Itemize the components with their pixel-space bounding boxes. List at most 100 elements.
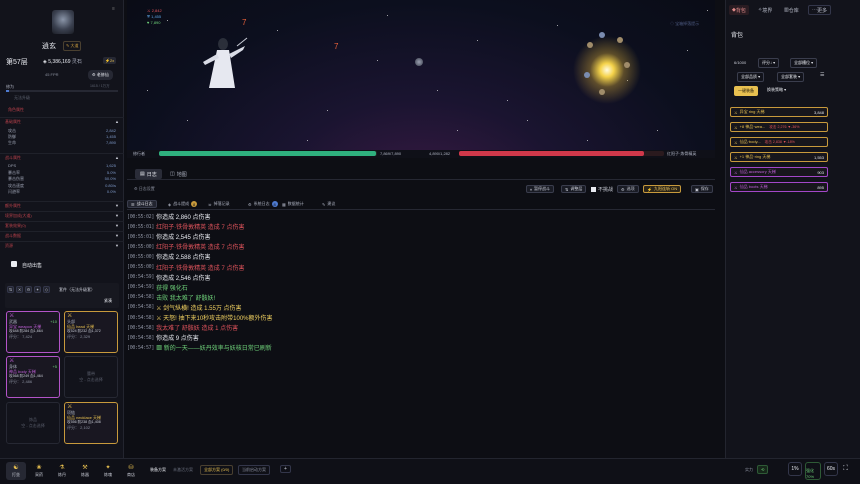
equip-plus: +5 bbox=[52, 364, 57, 369]
subtab[interactable]: ◈ 战斗提成 8 bbox=[165, 200, 200, 208]
expand-icon: ▼ bbox=[115, 203, 119, 208]
no-challenge-toggle[interactable]: 不挑战 bbox=[588, 185, 616, 193]
nav-button[interactable]: ✦ 炼魂 bbox=[98, 462, 118, 480]
section-set[interactable]: 套装效果(0) ▼ bbox=[0, 221, 124, 229]
nav-button[interactable]: ❀ 采药 bbox=[29, 462, 49, 480]
fullscreen-icon[interactable]: ⛶ bbox=[843, 465, 848, 473]
adjust-floor-button[interactable]: ⇅ 调整层 bbox=[561, 185, 587, 193]
one-click-equip-button[interactable]: 一键装备 bbox=[734, 86, 758, 96]
menu-icon[interactable]: ≡ bbox=[112, 6, 115, 12]
save-button[interactable]: ▣ 保存 bbox=[691, 185, 713, 193]
equip-slot[interactable]: ⚔ 武器 +10 异宝 weapon 天梯 攻648 防284 血1,664 评分： 7,… bbox=[6, 311, 60, 353]
tab-warehouse[interactable]: ▥ 仓库 bbox=[781, 5, 802, 15]
nav-button[interactable]: ⚗ 炼丹 bbox=[52, 462, 72, 480]
subtab[interactable]: ☰ 战斗日志 bbox=[127, 200, 157, 208]
set-filter[interactable]: 全部套装 ▾ bbox=[777, 72, 805, 82]
exp-value: 1615 / 1万万 bbox=[90, 84, 110, 88]
stat-value: 0.0% bbox=[106, 189, 116, 194]
log-timestamp: [00:54:58] bbox=[127, 334, 155, 341]
inventory-item[interactable]: ⚔ 仙品 accessory 天梯 903 bbox=[730, 167, 828, 177]
inventory-item[interactable]: ⚔ +1 神品·ring 天梯 1,553 bbox=[730, 152, 828, 162]
tab-realm[interactable]: ✧ 境界 bbox=[755, 5, 775, 15]
equip-score: 评分： 7,424 bbox=[9, 334, 33, 339]
section-combat[interactable]: 战斗属性 ▲ bbox=[0, 153, 124, 161]
subtab[interactable]: ▦ 数据统计 bbox=[279, 200, 307, 208]
nav-button[interactable]: ☯ 打坐 bbox=[6, 462, 26, 480]
subtab[interactable]: ☠ 掉落记录 bbox=[205, 200, 233, 208]
equip-filter-2[interactable]: ✕ bbox=[16, 286, 23, 293]
inventory-item[interactable]: ⚔ +8 神品·wea... 攻击 2,276 ▼-36% bbox=[730, 122, 828, 132]
section-battle-data[interactable]: 战斗数据 ▼ bbox=[0, 231, 124, 239]
section-realm[interactable]: 境界加成(大道) ▼ bbox=[0, 211, 124, 219]
inventory-item[interactable]: ⚔ 仙品 boots 天梯 895 bbox=[730, 182, 828, 192]
section-basic[interactable]: 基础属性 ▲ bbox=[0, 117, 124, 125]
equip-filter-5[interactable]: ◇ bbox=[43, 286, 50, 293]
stat-row: 生命 7,890 bbox=[8, 140, 116, 146]
title-badge[interactable]: ⚙ 老修仙 bbox=[88, 70, 113, 80]
equip-slot[interactable]: ⚔ 身体 +5 神品 body 天梯 攻568 防249 血1,464 评分： 2,486 bbox=[6, 356, 60, 398]
enhance-chip[interactable]: 强化 70% bbox=[805, 462, 821, 480]
percent-chip[interactable]: 1% bbox=[788, 462, 802, 476]
plan-all-button[interactable]: 全部方案 (0/0) bbox=[200, 465, 234, 475]
equip-slot[interactable]: ⚔ 项链 仙品 necklace 天梯 攻556 防238 血1,408 评分： 2,1… bbox=[64, 402, 118, 444]
log-text: 你造成 2,860 点伤害 bbox=[156, 215, 211, 221]
shield-icon: ⛨ bbox=[147, 14, 150, 19]
subtab[interactable]: ⚙ 系统日志 8 bbox=[245, 200, 281, 208]
tab-more[interactable]: ⋯ 更多 bbox=[808, 5, 832, 15]
section-extra[interactable]: 额外属性 ▼ bbox=[0, 201, 124, 209]
player-character bbox=[203, 37, 248, 88]
hp-stat: ♥ 7,890 bbox=[147, 20, 161, 25]
log-line: [00:55:01] 你造成 2,545 点伤害 bbox=[127, 232, 210, 242]
log-timestamp: [00:54:58] bbox=[127, 304, 155, 311]
battle-scene: ⚔ 2,842 ⛨ 1,455 ♥ 7,890 7 7 ◇ 宝箱掉落提示 bbox=[127, 0, 715, 150]
sort-select[interactable]: 评分↓ ▾ bbox=[758, 58, 780, 68]
quality-filter[interactable]: 全部品质 ▾ bbox=[737, 72, 765, 82]
compact-button[interactable]: 紧凑 bbox=[104, 298, 112, 304]
nine-sun-toggle[interactable]: ⚡ 九阳连斩 ON bbox=[643, 185, 682, 193]
rank-badge: ✎ 大道 bbox=[63, 41, 82, 51]
item-name: 仙品 boots 天梯 bbox=[739, 184, 768, 189]
pause-battle-button[interactable]: ⏸ 暂停战斗 bbox=[526, 185, 554, 193]
equip-slot[interactable]: ⚔ 头部 仙品 head 天梯 攻524 防232 血1,372 评分： 2,329 bbox=[64, 311, 118, 353]
plan-current-button[interactable]: 当前启动方案 bbox=[238, 465, 270, 475]
timer-chip[interactable]: 60s bbox=[824, 462, 838, 476]
options-button[interactable]: ⚙ 选项 bbox=[617, 185, 639, 193]
section-resources[interactable]: 资源 ▼ bbox=[0, 241, 124, 249]
equip-filter-3[interactable]: ⚙ bbox=[25, 286, 32, 293]
nav-button[interactable]: ⚒ 炼器 bbox=[75, 462, 95, 480]
stat-value: 1,625 bbox=[105, 163, 116, 168]
stat-row: 暴击伤害 50.0% bbox=[8, 176, 116, 182]
pause-icon: ⏸ bbox=[530, 186, 532, 192]
speed-badge[interactable]: ⚡2x bbox=[103, 57, 117, 64]
subtab-icon: ☠ bbox=[208, 201, 212, 207]
checkbox[interactable] bbox=[591, 186, 596, 192]
list-view-icon[interactable]: ☰ bbox=[820, 72, 824, 78]
tab-map[interactable]: ◫ 地图 bbox=[165, 169, 192, 179]
log-settings[interactable]: ⚙ 日志设置 bbox=[134, 186, 155, 192]
equip-filter-4[interactable]: ✦ bbox=[34, 286, 41, 293]
nav-button[interactable]: ⛁ 商店 bbox=[121, 462, 141, 480]
expand-icon: ▼ bbox=[115, 243, 119, 248]
auto-sell-checkbox[interactable] bbox=[11, 261, 17, 267]
inventory-item[interactable]: ⚔ 异宝 ring 天梯 3,848 bbox=[730, 107, 828, 117]
empty-equip-slot[interactable]: 饰品空 - 点击选择 bbox=[6, 402, 60, 444]
player-bar-label: 修行者 bbox=[133, 151, 145, 156]
subtab[interactable]: ✎ 建议 bbox=[319, 200, 338, 208]
star bbox=[377, 60, 378, 61]
inventory-item[interactable]: ⚔ 仙品·body... 攻击 2,838 ▼-18% bbox=[730, 137, 828, 147]
nav-label: 炼魂 bbox=[104, 472, 112, 477]
subtab-badge: 8 bbox=[191, 201, 198, 207]
slot-filter[interactable]: 全部槽位 ▾ bbox=[790, 58, 818, 68]
tab-log[interactable]: ▤ 日志 bbox=[135, 169, 162, 179]
tab-bag[interactable]: ◆ 背包 bbox=[729, 5, 749, 15]
nav-label: 炼丹 bbox=[58, 472, 66, 477]
log-timestamp: [00:55:01] bbox=[127, 233, 155, 240]
expand-icon: ▼ bbox=[115, 233, 119, 238]
equip-filter-1[interactable]: ⇅ bbox=[7, 286, 14, 293]
replace-strategy-select[interactable]: 换装策略 ▾ bbox=[767, 87, 786, 93]
power-toggle[interactable]: ⟲ bbox=[757, 465, 769, 474]
stat-key: 生命 bbox=[8, 140, 16, 145]
player-name: 逍玄 bbox=[42, 43, 56, 50]
empty-equip-slot[interactable]: 腰带空 - 点击选择 bbox=[64, 356, 118, 398]
add-plan-button[interactable]: + bbox=[280, 465, 291, 473]
